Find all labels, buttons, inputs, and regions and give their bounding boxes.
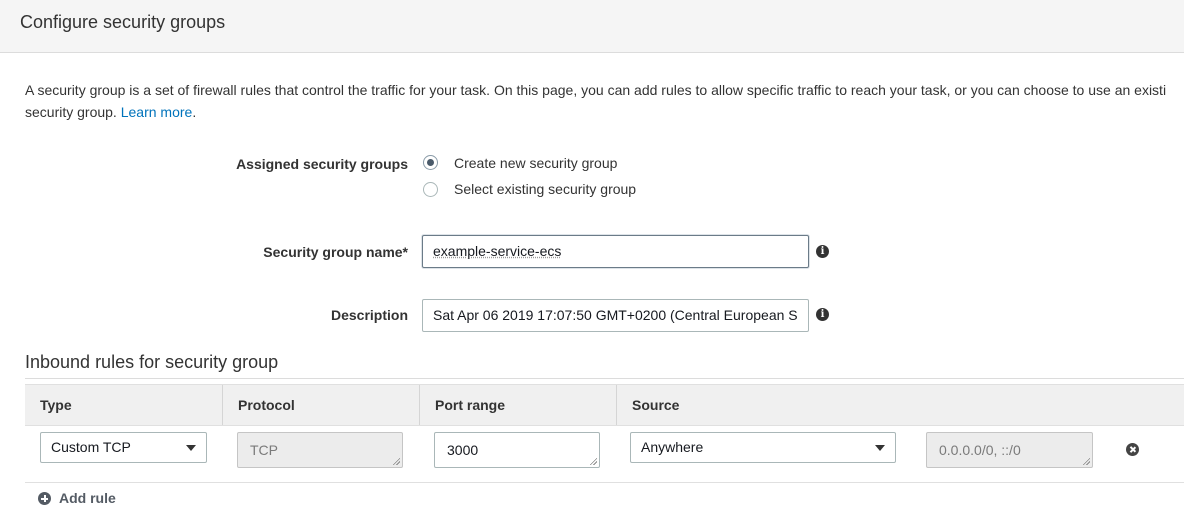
intro-line-2-end: .: [192, 104, 197, 120]
intro-line-2-text: security group.: [25, 104, 121, 120]
security-group-name-value: example-service-ecs: [433, 243, 562, 259]
rule-source-value: Anywhere: [641, 439, 704, 455]
resize-grip-icon: [1082, 457, 1090, 465]
intro-line-2: security group. Learn more.: [25, 101, 1184, 123]
rule-type-select[interactable]: Custom TCP: [40, 432, 207, 463]
info-icon[interactable]: i: [816, 308, 829, 321]
resize-grip-icon: [392, 457, 400, 465]
rule-protocol-value: TCP: [250, 442, 278, 458]
description-label: Description: [330, 307, 408, 323]
page-title: Configure security groups: [20, 12, 226, 32]
column-header-port-range: Port range: [419, 385, 615, 425]
resize-grip-icon[interactable]: [589, 457, 597, 465]
rule-type-value: Custom TCP: [51, 439, 131, 455]
rule-cidr-input: 0.0.0.0/0, ::/0: [926, 432, 1093, 468]
intro-text: A security group is a set of firewall ru…: [25, 79, 1184, 123]
select-existing-security-group-radio[interactable]: [423, 182, 438, 197]
learn-more-link[interactable]: Learn more: [121, 104, 193, 120]
create-new-security-group-label[interactable]: Create new security group: [454, 155, 617, 171]
caret-down-icon: [875, 445, 885, 451]
caret-down-icon: [186, 445, 196, 451]
rule-port-range-input[interactable]: 3000: [434, 432, 600, 468]
rule-protocol-input: TCP: [237, 432, 403, 468]
section-divider: [25, 378, 1184, 379]
security-group-name-input[interactable]: example-service-ecs: [422, 235, 809, 268]
description-input[interactable]: Sat Apr 06 2019 17:07:50 GMT+0200 (Centr…: [422, 299, 809, 332]
create-new-security-group-radio[interactable]: [423, 155, 438, 170]
description-value: Sat Apr 06 2019 17:07:50 GMT+0200 (Centr…: [433, 307, 798, 323]
assigned-security-groups-label: Assigned security groups: [236, 156, 408, 172]
add-rule-label: Add rule: [59, 490, 116, 506]
select-existing-security-group-label[interactable]: Select existing security group: [454, 181, 636, 197]
page-header: Configure security groups: [0, 0, 1184, 53]
plus-circle-icon: [38, 492, 51, 505]
row-divider: [25, 482, 1184, 483]
inbound-rules-table-header: Type Protocol Port range Source: [25, 384, 1184, 426]
column-header-type: Type: [40, 397, 72, 413]
info-icon[interactable]: i: [816, 245, 829, 258]
security-group-name-label: Security group name*: [263, 244, 408, 260]
remove-rule-icon[interactable]: [1126, 443, 1139, 456]
rule-port-range-value: 3000: [447, 442, 479, 458]
column-header-source: Source: [616, 385, 1184, 425]
column-header-protocol: Protocol: [222, 385, 418, 425]
rule-cidr-value: 0.0.0.0/0, ::/0: [939, 442, 1021, 458]
rule-source-select[interactable]: Anywhere: [630, 432, 896, 463]
inbound-rules-title: Inbound rules for security group: [25, 352, 279, 372]
intro-line-1: A security group is a set of firewall ru…: [25, 82, 1167, 98]
